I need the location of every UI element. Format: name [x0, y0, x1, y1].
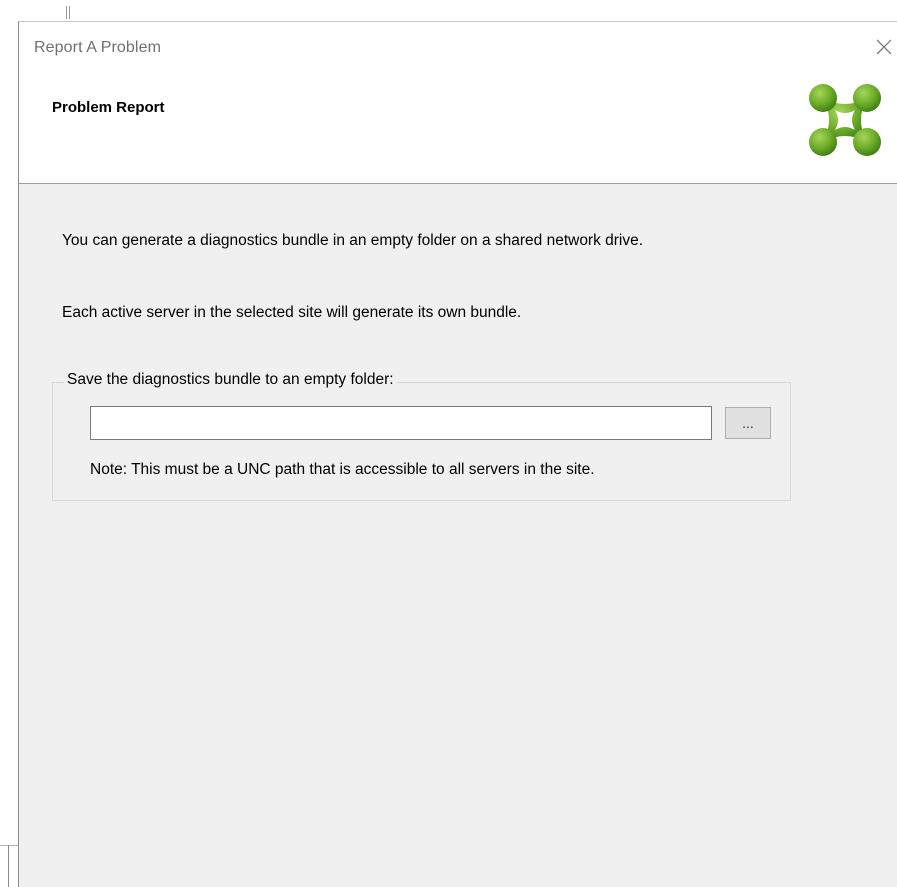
- citrix-logo-icon: [809, 84, 881, 156]
- browse-button[interactable]: ...: [725, 407, 771, 439]
- save-location-group: Save the diagnostics bundle to an empty …: [52, 371, 791, 501]
- title-bar: Report A Problem: [19, 22, 897, 68]
- folder-path-input[interactable]: [90, 406, 712, 440]
- window-title: Report A Problem: [34, 39, 161, 56]
- description-line-2: Each active server in the selected site …: [62, 304, 522, 321]
- page-title: Problem Report: [52, 99, 165, 116]
- close-button[interactable]: [872, 31, 897, 61]
- group-legend: Save the diagnostics bundle to an empty …: [64, 371, 397, 389]
- close-icon: [876, 39, 892, 55]
- report-problem-dialog: Report A Problem Problem Report You can …: [18, 21, 897, 887]
- description-line-1: You can generate a diagnostics bundle in…: [62, 232, 644, 249]
- wizard-header: Problem Report: [19, 68, 897, 184]
- unc-path-note: Note: This must be a UNC path that is ac…: [90, 461, 595, 478]
